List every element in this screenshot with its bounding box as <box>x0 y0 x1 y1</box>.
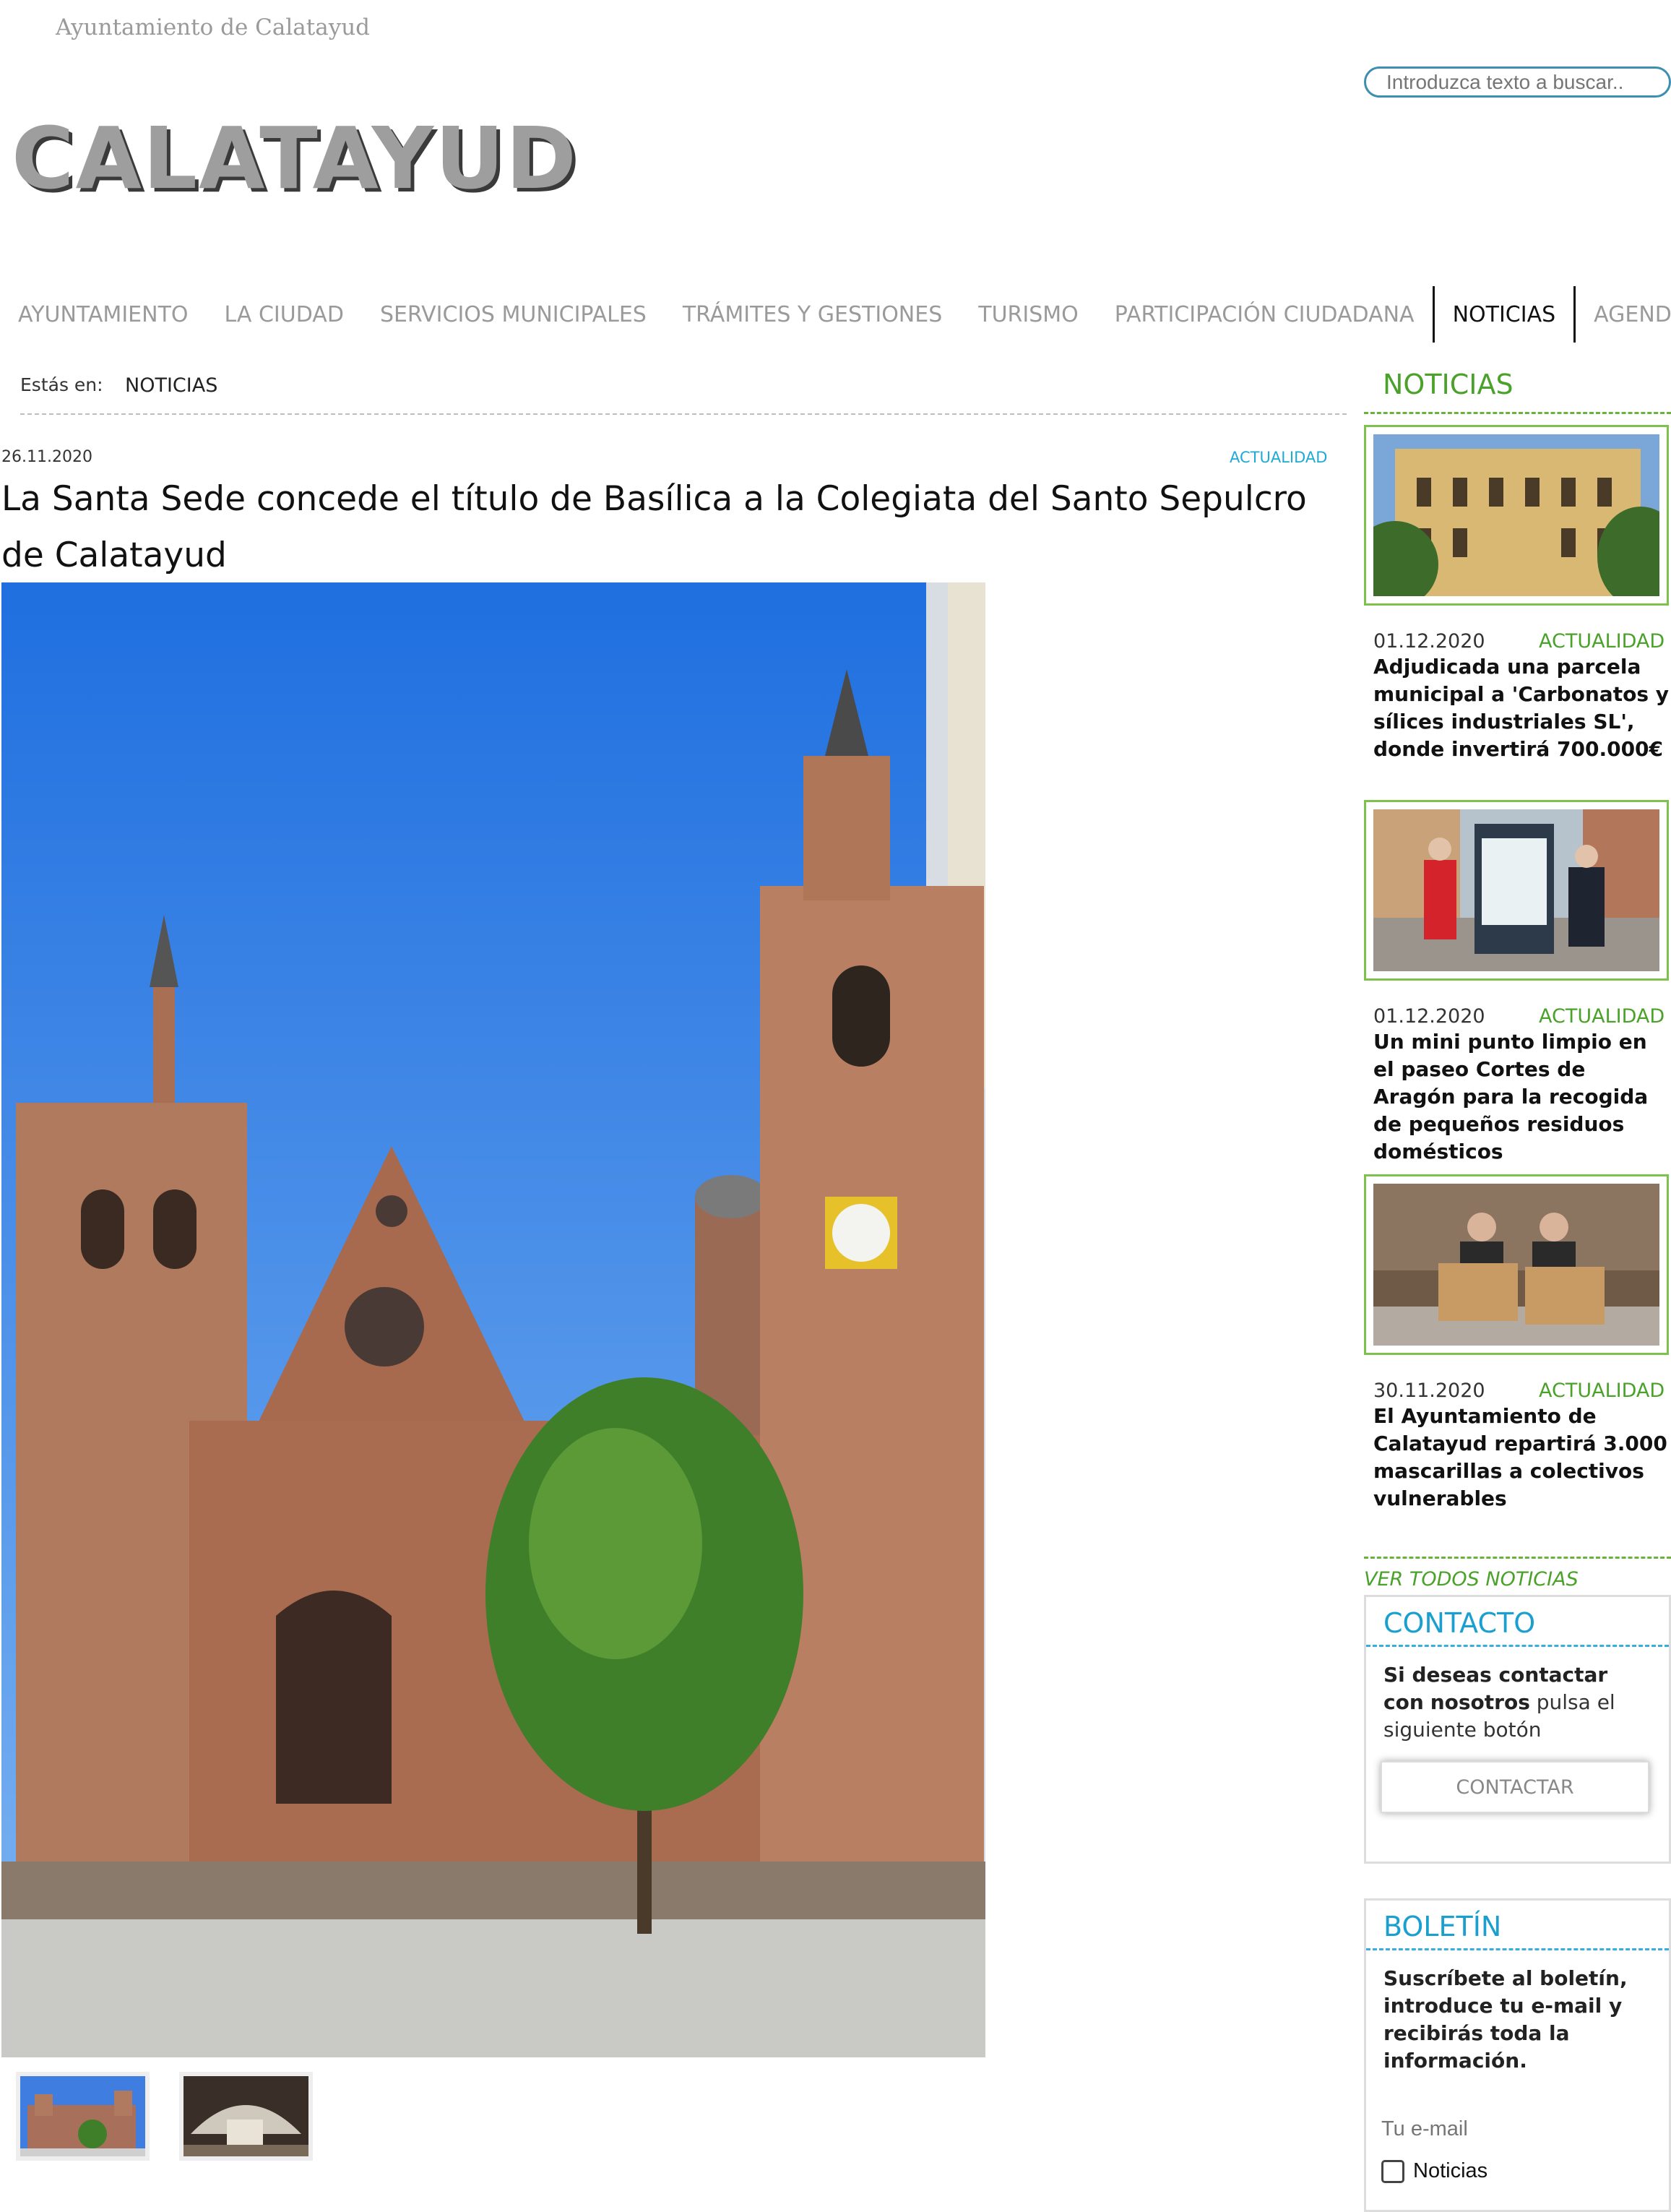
contact-title: CONTACTO <box>1366 1597 1669 1647</box>
contact-text: Si deseas contactar con nosotros pulsa e… <box>1383 1663 1615 1742</box>
search-input[interactable] <box>1364 66 1671 98</box>
newsletter-email-input[interactable] <box>1381 2114 1656 2143</box>
news-2-category[interactable]: ACTUALIDAD <box>1539 1005 1664 1028</box>
news-1-title[interactable]: Adjudicada una parcela municipal a 'Carb… <box>1373 653 1670 763</box>
sidebar-news-title: NOTICIAS <box>1383 369 1514 400</box>
nav-item-servicios-municipales[interactable]: SERVICIOS MUNICIPALES <box>362 286 665 343</box>
article-date: 26.11.2020 <box>1 448 92 466</box>
news-3-date: 30.11.2020 <box>1373 1380 1485 1402</box>
nav-item-tramites[interactable]: TRÁMITES Y GESTIONES <box>665 286 960 343</box>
newsletter-noticias-label: Noticias <box>1413 2159 1488 2182</box>
newsletter-noticias-checkbox[interactable] <box>1381 2159 1404 2183</box>
basilica-photo-illustration <box>1 582 985 2057</box>
gallery-thumb-1[interactable] <box>16 2072 150 2161</box>
newsletter-noticias-option[interactable]: Noticias <box>1381 2159 1488 2183</box>
news-1-category[interactable]: ACTUALIDAD <box>1539 630 1664 653</box>
gallery-thumb-2[interactable] <box>179 2072 313 2161</box>
article-title: La Santa Sede concede el título de Basíl… <box>1 479 1307 575</box>
news-2-image[interactable] <box>1364 800 1669 981</box>
news-3-category[interactable]: ACTUALIDAD <box>1539 1380 1664 1402</box>
nav-item-la-ciudad[interactable]: LA CIUDAD <box>207 286 362 343</box>
newsletter-text: Suscríbete al boletín, introduce tu e-ma… <box>1383 1966 1628 2073</box>
site-name: Ayuntamiento de Calatayud <box>56 14 371 40</box>
newsletter-title: BOLETÍN <box>1366 1901 1669 1950</box>
article-category[interactable]: ACTUALIDAD <box>1230 449 1327 466</box>
site-logo[interactable]: CALATAYUD <box>12 108 578 208</box>
news-3-title[interactable]: El Ayuntamiento de Calatayud repartirá 3… <box>1373 1403 1670 1512</box>
sidebar-news-divider <box>1364 412 1671 414</box>
main-nav: AYUNTAMIENTO LA CIUDAD SERVICIOS MUNICIP… <box>0 286 1671 343</box>
nav-item-participacion[interactable]: PARTICIPACIÓN CIUDADANA <box>1097 286 1433 343</box>
nav-item-agenda[interactable]: AGENDA <box>1576 286 1671 343</box>
nav-item-ayuntamiento[interactable]: AYUNTAMIENTO <box>0 286 207 343</box>
news-1-date: 01.12.2020 <box>1373 630 1485 653</box>
see-all-news-link[interactable]: VER TODOS NOTICIAS <box>1364 1568 1579 1591</box>
news-3-image[interactable] <box>1364 1174 1669 1355</box>
nav-item-noticias[interactable]: NOTICIAS <box>1432 286 1576 343</box>
news-1-image[interactable] <box>1364 425 1669 606</box>
nav-item-turismo[interactable]: TURISMO <box>960 286 1097 343</box>
news-2-date: 01.12.2020 <box>1373 1005 1485 1028</box>
breadcrumb-divider <box>20 413 1347 415</box>
news-2-title[interactable]: Un mini punto limpio en el paseo Cortes … <box>1373 1028 1670 1166</box>
sidebar-news-bottom-divider <box>1364 1557 1671 1559</box>
contact-box: CONTACTO Si deseas contactar con nosotro… <box>1364 1595 1671 1864</box>
breadcrumb-current[interactable]: NOTICIAS <box>125 374 217 397</box>
article-main-photo[interactable] <box>1 582 985 2057</box>
breadcrumb-label: Estás en: <box>20 374 103 395</box>
contact-button[interactable]: CONTACTAR <box>1381 1761 1649 1813</box>
